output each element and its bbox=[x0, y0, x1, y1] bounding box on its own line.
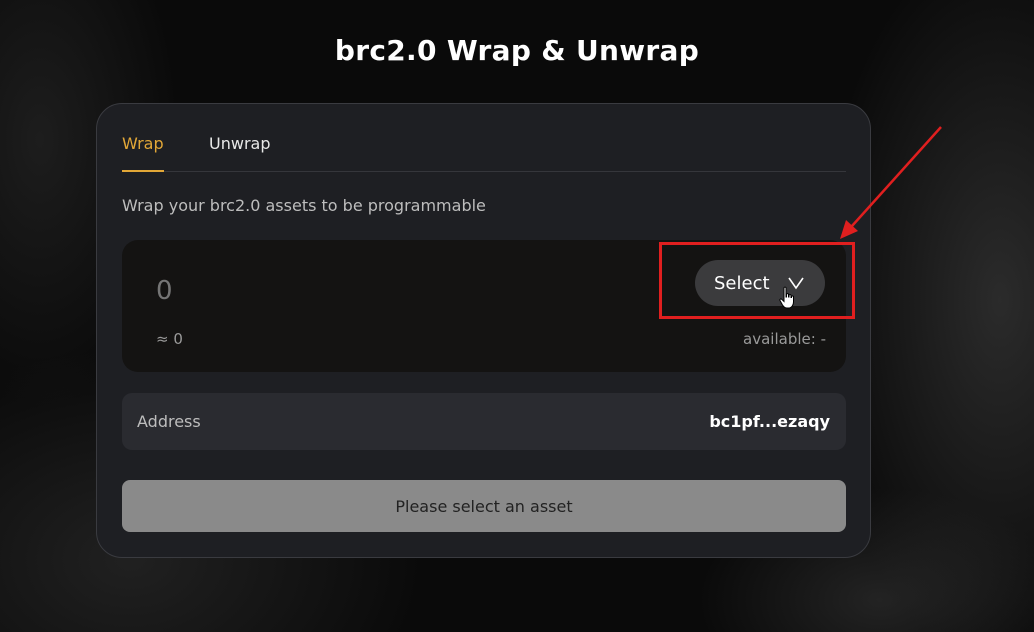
amount-input[interactable] bbox=[156, 276, 456, 306]
select-asset-button[interactable]: Select bbox=[695, 260, 825, 309]
address-value: bc1pf...ezaqy bbox=[709, 412, 830, 431]
wrap-description: Wrap your brc2.0 assets to be programmab… bbox=[122, 196, 486, 215]
tab-wrap[interactable]: Wrap bbox=[122, 134, 164, 172]
approx-value: ≈ 0 bbox=[156, 330, 183, 348]
hand-pointer-icon bbox=[779, 286, 794, 309]
wrap-card: Wrap Unwrap Wrap your brc2.0 assets to b… bbox=[96, 103, 871, 558]
submit-button[interactable]: Please select an asset bbox=[122, 480, 846, 532]
address-label: Address bbox=[137, 412, 201, 431]
tab-bar: Wrap Unwrap bbox=[122, 104, 846, 172]
amount-panel: ≈ 0 available: - Select bbox=[122, 240, 846, 372]
page-title: brc2.0 Wrap & Unwrap bbox=[334, 34, 700, 67]
available-balance: available: - bbox=[743, 330, 826, 348]
tab-unwrap[interactable]: Unwrap bbox=[209, 134, 270, 153]
address-row: Address bc1pf...ezaqy bbox=[122, 393, 846, 450]
select-asset-label: Select bbox=[714, 272, 770, 294]
